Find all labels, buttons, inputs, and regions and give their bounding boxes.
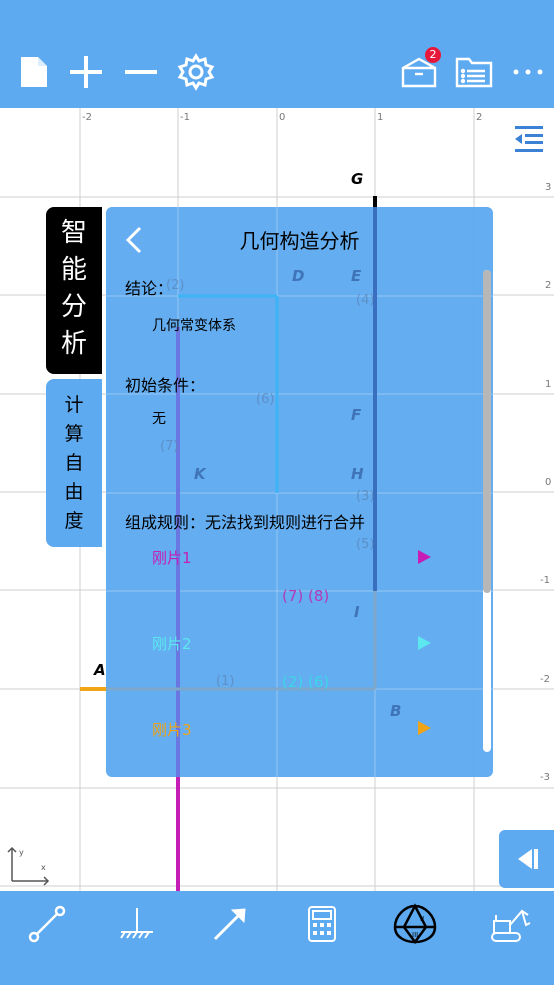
expand-arrow-icon[interactable] xyxy=(418,550,431,564)
file-list-icon[interactable] xyxy=(454,52,494,92)
zoom-out-icon[interactable] xyxy=(121,52,161,92)
y-tick: 3 xyxy=(545,182,552,193)
composition-rule: 组成规则：无法找到规则进行合并 xyxy=(125,513,366,532)
more-icon[interactable] xyxy=(508,52,548,92)
point-label-g: G xyxy=(351,170,364,188)
point-label-f: F xyxy=(351,406,362,424)
excavator-icon[interactable] xyxy=(484,903,534,945)
tab-char: 由 xyxy=(64,481,84,503)
svg-text:II: II xyxy=(420,915,424,923)
support-icon[interactable] xyxy=(112,903,162,945)
tab-char: 自 xyxy=(64,452,84,474)
rigid-body-3[interactable]: 刚片3 xyxy=(152,719,192,740)
new-file-icon[interactable] xyxy=(14,52,54,92)
notification-badge: 2 xyxy=(425,47,441,63)
tab-char: 智 xyxy=(60,218,87,248)
settings-icon[interactable] xyxy=(176,52,216,92)
scrollbar-thumb[interactable] xyxy=(483,270,491,593)
tab-char: 算 xyxy=(64,423,84,445)
tab-char: 分 xyxy=(60,292,87,322)
collapse-panel-button[interactable] xyxy=(499,830,554,888)
y-tick: 0 xyxy=(545,477,552,488)
member-label-1: (1) xyxy=(216,674,234,689)
load-arrow-icon[interactable] xyxy=(205,903,255,945)
expand-arrow-icon[interactable] xyxy=(418,636,431,650)
colored-label-78: (7) (8) xyxy=(282,587,329,605)
colored-label-26: (2) (6) xyxy=(282,673,329,691)
rigid-body-1[interactable]: 刚片1 xyxy=(152,547,192,568)
tab-smart-analysis[interactable]: 智 能 分 析 xyxy=(46,207,102,374)
member-label-3: (3) xyxy=(356,489,374,504)
point-label-b: B xyxy=(390,702,401,720)
axis-x-label: x xyxy=(41,863,46,872)
point-label-d: D xyxy=(292,267,304,285)
bottom-toolbar xyxy=(0,891,554,985)
y-tick: -2 xyxy=(540,674,550,685)
point-label-k: K xyxy=(194,465,207,483)
zoom-in-icon[interactable] xyxy=(66,52,106,92)
tab-char: 度 xyxy=(64,510,84,532)
tab-char: 计 xyxy=(64,394,84,416)
y-tick: -1 xyxy=(540,575,550,586)
panel-title: 几何构造分析 xyxy=(239,229,360,253)
axis-y-label: y xyxy=(19,848,24,857)
x-tick: -1 xyxy=(180,112,190,123)
x-tick: -2 xyxy=(82,112,92,123)
member-icon[interactable] xyxy=(22,903,72,945)
member-label-4: (4) xyxy=(356,293,374,308)
rigid-body-2[interactable]: 刚片2 xyxy=(152,633,192,654)
point-label-a: A xyxy=(94,661,106,679)
y-tick: -3 xyxy=(540,772,550,783)
x-tick: 2 xyxy=(476,112,483,123)
expand-arrow-icon[interactable] xyxy=(418,721,431,735)
geometric-analysis-panel: D E F H I K B (1) (2) (4) (6) (7) (3) (5… xyxy=(106,207,493,777)
member-label-5: (5) xyxy=(356,537,374,552)
initial-condition-label: 初始条件： xyxy=(125,376,206,395)
tab-char: 能 xyxy=(60,255,87,285)
svg-text:III: III xyxy=(412,931,418,939)
point-label-e: E xyxy=(351,267,362,285)
member-label-7: (7) xyxy=(160,439,178,454)
conclusion-label: 结论： xyxy=(125,279,174,298)
geometric-analysis-icon[interactable]: II III xyxy=(390,903,440,945)
point-label-i: I xyxy=(354,603,360,621)
calculator-icon[interactable] xyxy=(297,903,347,945)
member-label-6: (6) xyxy=(256,392,274,407)
tab-char: 析 xyxy=(60,329,87,359)
x-tick: 1 xyxy=(377,112,384,123)
point-label-h: H xyxy=(351,465,364,483)
x-tick: 0 xyxy=(279,112,286,123)
conclusion-value: 几何常变体系 xyxy=(152,318,236,334)
y-tick: 1 xyxy=(545,379,552,390)
tab-degrees-of-freedom[interactable]: 计 算 自 由 度 xyxy=(46,379,102,547)
initial-condition-value: 无 xyxy=(152,411,166,427)
y-tick: 2 xyxy=(545,280,552,291)
layer-menu-button[interactable] xyxy=(508,118,550,160)
